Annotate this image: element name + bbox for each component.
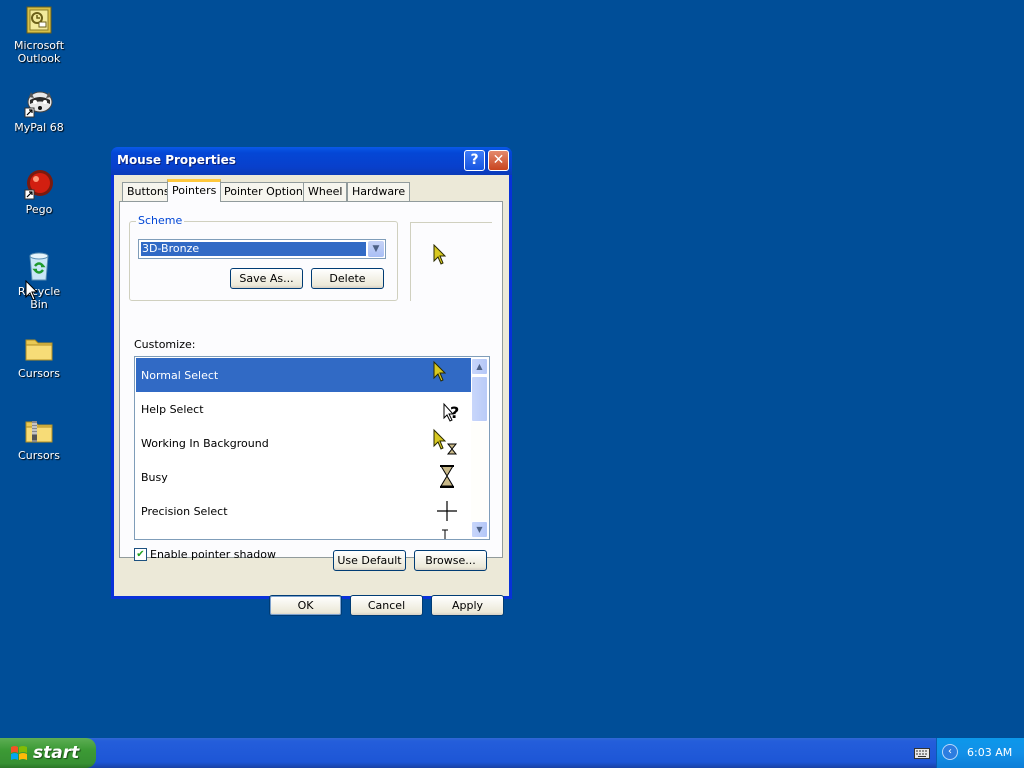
scheme-dropdown[interactable]: 3D-Bronze ▼ xyxy=(138,239,386,259)
mouse-pointer-icon xyxy=(25,280,39,301)
svg-text:?: ? xyxy=(450,403,459,422)
desktop-icon-label: Pego xyxy=(25,203,53,216)
scroll-up-icon[interactable]: ▲ xyxy=(471,358,488,375)
scroll-down-icon[interactable]: ▼ xyxy=(471,521,488,538)
desktop-icon-recycle-bin[interactable]: Recycle Bin xyxy=(8,250,70,311)
list-item-partial xyxy=(136,528,471,539)
chevron-down-icon[interactable]: ▼ xyxy=(368,241,384,257)
clock[interactable]: 6:03 AM xyxy=(967,746,1012,759)
tab-pointers[interactable]: Pointers xyxy=(167,179,222,202)
scroll-thumb[interactable] xyxy=(471,376,488,422)
help-button[interactable]: ? xyxy=(464,150,485,171)
list-item[interactable]: Help Select ? xyxy=(136,392,471,426)
list-item[interactable]: Precision Select xyxy=(136,494,471,528)
windows-logo-icon xyxy=(11,746,27,760)
zip-folder-icon xyxy=(23,414,55,446)
recycle-bin-icon xyxy=(23,250,55,282)
working-background-cursor-icon xyxy=(433,428,458,455)
desktop-icon-cursors-zip[interactable]: Cursors xyxy=(8,414,70,462)
desktop-icon-pego[interactable]: Pego xyxy=(8,168,70,216)
tab-wheel[interactable]: Wheel xyxy=(303,182,348,201)
keyboard-icon[interactable] xyxy=(914,748,930,759)
cursor-list[interactable]: Normal Select Help Select ? Working In B… xyxy=(134,356,490,540)
tab-pointer-options[interactable]: Pointer Options xyxy=(219,182,314,201)
tab-hardware[interactable]: Hardware xyxy=(347,182,411,201)
taskbar: start ‹ 6:03 AM xyxy=(0,738,1024,768)
use-default-button[interactable]: Use Default xyxy=(333,550,406,571)
crosshair-cursor-icon xyxy=(437,501,457,521)
cursor-preview xyxy=(410,222,492,301)
text-select-cursor-icon xyxy=(442,529,448,539)
desktop-icon-cursors-folder[interactable]: Cursors xyxy=(8,332,70,380)
list-item[interactable]: Working In Background xyxy=(136,426,471,460)
scheme-legend: Scheme xyxy=(136,214,185,227)
desktop-icon-mypal[interactable]: MyPal 68 xyxy=(8,86,70,134)
save-as-button[interactable]: Save As... xyxy=(230,268,303,289)
mouse-properties-window: Mouse Properties ? ✕ Buttons Pointers Po… xyxy=(111,147,512,616)
list-item[interactable]: Busy xyxy=(136,460,471,494)
window-title: Mouse Properties xyxy=(117,153,236,167)
mypal-raccoon-icon xyxy=(23,86,55,118)
enable-pointer-shadow-label: Enable pointer shadow xyxy=(150,548,276,561)
list-item[interactable]: Normal Select xyxy=(136,358,471,392)
start-button[interactable]: start xyxy=(0,738,96,768)
folder-icon xyxy=(23,332,55,364)
cancel-button[interactable]: Cancel xyxy=(350,595,423,616)
desktop-icon-label: Cursors xyxy=(18,367,60,380)
customize-label: Customize: xyxy=(134,338,196,351)
ok-button[interactable]: OK xyxy=(269,595,342,616)
browse-button[interactable]: Browse... xyxy=(414,550,487,571)
desktop-icon-outlook[interactable]: Microsoft Outlook xyxy=(8,4,70,65)
chevron-left-icon[interactable]: ‹ xyxy=(942,744,958,760)
title-bar[interactable]: Mouse Properties ? ✕ xyxy=(111,147,512,175)
desktop-icon-label: Cursors xyxy=(18,449,60,462)
delete-button[interactable]: Delete xyxy=(311,268,384,289)
bronze-arrow-cursor-icon xyxy=(433,360,447,382)
system-tray: ‹ 6:03 AM xyxy=(936,738,1024,768)
pego-red-ball-icon xyxy=(23,168,55,200)
start-label: start xyxy=(33,743,80,763)
desktop-icon-label: MyPal 68 xyxy=(14,121,64,134)
bronze-arrow-cursor-icon xyxy=(433,244,447,265)
outlook-icon xyxy=(23,4,55,36)
list-scrollbar[interactable]: ▲ ▼ xyxy=(471,358,488,538)
apply-button[interactable]: Apply xyxy=(431,595,504,616)
window-client-area: Buttons Pointers Pointer Options Wheel H… xyxy=(114,175,509,616)
desktop-icon-label: Recycle Bin xyxy=(17,285,61,311)
checkmark-icon[interactable]: ✔ xyxy=(134,548,147,561)
scheme-groupbox: Scheme 3D-Bronze ▼ Save As... Delete xyxy=(129,214,398,301)
help-select-cursor-icon: ? xyxy=(443,402,459,422)
desktop-icon-label: Microsoft Outlook xyxy=(13,39,65,65)
close-button[interactable]: ✕ xyxy=(488,150,509,171)
hourglass-cursor-icon xyxy=(440,465,454,488)
scheme-selected-value: 3D-Bronze xyxy=(141,242,366,256)
